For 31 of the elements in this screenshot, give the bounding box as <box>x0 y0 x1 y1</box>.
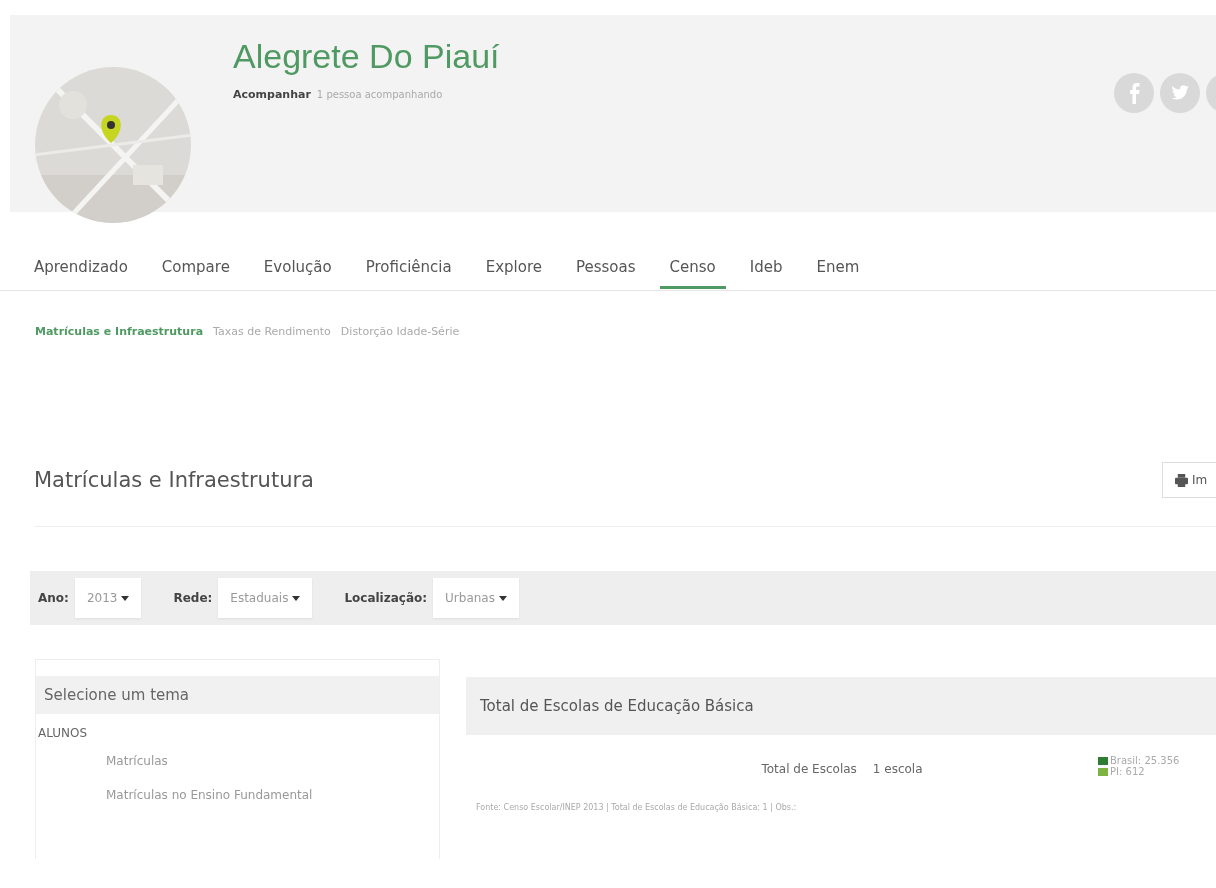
nav-tab[interactable]: Pessoas <box>566 252 646 288</box>
bird-icon[interactable] <box>1160 73 1200 113</box>
nav-tab[interactable]: Ideb <box>739 252 793 288</box>
section-title: Matrículas e Infraestrutura <box>34 468 314 492</box>
legend-label: PI: 612 <box>1110 766 1145 777</box>
nav-tab[interactable]: Evolução <box>253 252 342 288</box>
caret-icon <box>292 595 301 601</box>
source-note: Fonte: Censo Escolar/INEP 2013 | Total de Escolas de Educação Básica: 1 | Obs.: <box>475 803 798 812</box>
legend-label: Brasil: 25.356 <box>1110 755 1180 766</box>
followers-count: 1 pessoa acompanhando <box>316 89 443 100</box>
nav-tab[interactable]: Aprendizado <box>26 252 138 288</box>
filter-label: Localização: <box>344 591 428 605</box>
filter-label: Rede: <box>173 591 213 605</box>
caret-icon <box>498 595 507 601</box>
metric-label: Total de Escolas <box>761 762 857 776</box>
print-button[interactable]: Im <box>1162 462 1216 498</box>
panel-title: Total de Escolas de Educação Básica <box>466 677 1216 735</box>
printer-icon <box>1175 473 1188 487</box>
nav-tab[interactable]: Explore <box>475 252 552 288</box>
metric-value: 1 escola <box>872 762 923 776</box>
filter-label: Ano: <box>38 591 69 605</box>
sidebar-title: Selecione um tema <box>36 676 439 714</box>
nav-tab[interactable]: Proficiência <box>355 252 462 288</box>
nav-tab[interactable]: Censo <box>659 252 726 289</box>
city-title: Alegrete Do Piauí <box>233 37 501 76</box>
group-label: ALUNOS <box>37 725 89 740</box>
nav-tab[interactable]: Enem <box>806 252 870 288</box>
caret-icon <box>121 595 130 601</box>
follow-link[interactable]: Acompanhar <box>233 88 311 101</box>
facebook-icon[interactable] <box>1114 73 1154 113</box>
nav-tab[interactable]: Compare <box>151 252 240 288</box>
